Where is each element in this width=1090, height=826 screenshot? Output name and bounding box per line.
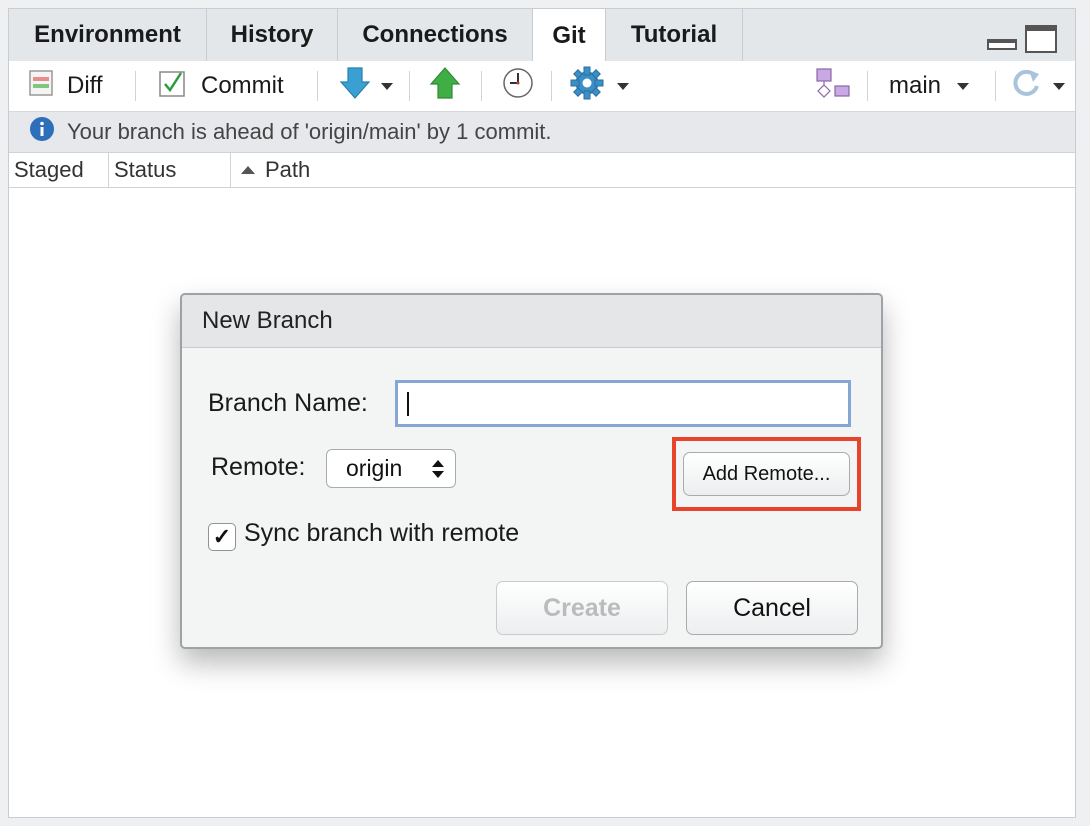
refresh-button[interactable] — [1009, 61, 1065, 111]
toolbar-separator — [995, 71, 996, 101]
toolbar-separator — [317, 71, 318, 101]
toolbar-separator — [135, 71, 136, 101]
commit-label: Commit — [201, 72, 284, 99]
branch-status-bar: Your branch is ahead of 'origin/main' by… — [9, 112, 1075, 153]
file-table-header: Staged Status Path — [9, 153, 1075, 188]
branch-name-label: Branch Name: — [208, 389, 368, 417]
remote-label: Remote: — [211, 453, 306, 481]
dialog-title-bar: New Branch — [182, 295, 881, 348]
pull-button[interactable] — [339, 61, 393, 111]
gear-icon — [569, 65, 605, 108]
chevron-down-icon[interactable] — [1053, 82, 1065, 90]
add-remote-button[interactable]: Add Remote... — [683, 452, 850, 496]
branch-selector[interactable]: main — [889, 61, 970, 111]
remote-select-value: origin — [346, 455, 403, 481]
tab-label: Git — [552, 21, 586, 49]
diff-button[interactable]: Diff — [29, 61, 103, 111]
column-label: Path — [265, 157, 311, 182]
tab-environment[interactable]: Environment — [9, 9, 207, 61]
new-branch-icon — [815, 67, 851, 106]
toolbar-separator — [551, 71, 552, 101]
diff-label: Diff — [67, 72, 103, 99]
clock-icon — [502, 67, 534, 106]
toolbar-separator — [867, 71, 868, 101]
sync-branch-label: Sync branch with remote — [244, 519, 520, 547]
chevron-down-icon[interactable] — [617, 82, 629, 90]
column-staged[interactable]: Staged — [9, 153, 109, 187]
chevron-down-icon — [957, 82, 970, 90]
select-arrows-icon — [431, 458, 445, 486]
sort-ascending-icon — [241, 166, 255, 174]
new-branch-dialog: New Branch Branch Name: Remote: origin A… — [180, 293, 883, 649]
tab-label: History — [230, 21, 314, 48]
commit-icon — [159, 69, 187, 104]
add-remote-label: Add Remote... — [702, 462, 831, 485]
new-branch-button[interactable] — [815, 61, 851, 111]
push-arrow-icon — [429, 66, 461, 107]
tab-label: Connections — [362, 21, 508, 48]
info-icon — [29, 116, 55, 148]
branch-name-input[interactable] — [395, 380, 851, 427]
cancel-button[interactable]: Cancel — [686, 581, 858, 635]
maximize-icon[interactable] — [1025, 25, 1057, 58]
tab-git[interactable]: Git — [533, 9, 606, 62]
pull-arrow-icon — [339, 66, 371, 107]
push-button[interactable] — [429, 61, 461, 111]
cancel-label: Cancel — [733, 593, 811, 622]
remote-select[interactable]: origin — [326, 449, 456, 488]
create-button[interactable]: Create — [496, 581, 668, 635]
minimize-icon[interactable] — [987, 29, 1017, 56]
chevron-down-icon[interactable] — [381, 82, 393, 90]
checkmark-icon: ✓ — [212, 524, 232, 549]
commit-button[interactable]: Commit — [159, 61, 284, 111]
tab-connections[interactable]: Connections — [338, 9, 533, 61]
branch-status-text: Your branch is ahead of 'origin/main' by… — [67, 119, 552, 144]
create-label: Create — [543, 593, 621, 622]
pane-tabbar: Environment History Connections Git Tuto… — [9, 9, 1075, 62]
diff-icon — [29, 69, 53, 103]
toolbar-separator — [409, 71, 410, 101]
column-path[interactable]: Path — [231, 153, 531, 187]
toolbar-separator — [481, 71, 482, 101]
sync-branch-checkbox[interactable]: ✓ — [208, 523, 236, 551]
column-label: Staged — [14, 157, 84, 182]
tab-label: Tutorial — [630, 21, 718, 48]
history-button[interactable] — [502, 61, 534, 111]
dialog-title: New Branch — [202, 307, 333, 334]
tab-history[interactable]: History — [207, 9, 338, 61]
refresh-icon — [1009, 66, 1043, 107]
column-status[interactable]: Status — [109, 153, 231, 187]
git-toolbar: Diff Commit main — [9, 61, 1075, 112]
tab-tutorial[interactable]: Tutorial — [606, 9, 743, 61]
branch-label: main — [889, 72, 942, 99]
tab-label: Environment — [34, 21, 181, 48]
column-label: Status — [114, 157, 177, 182]
text-cursor — [407, 392, 409, 416]
more-settings-button[interactable] — [569, 61, 629, 111]
